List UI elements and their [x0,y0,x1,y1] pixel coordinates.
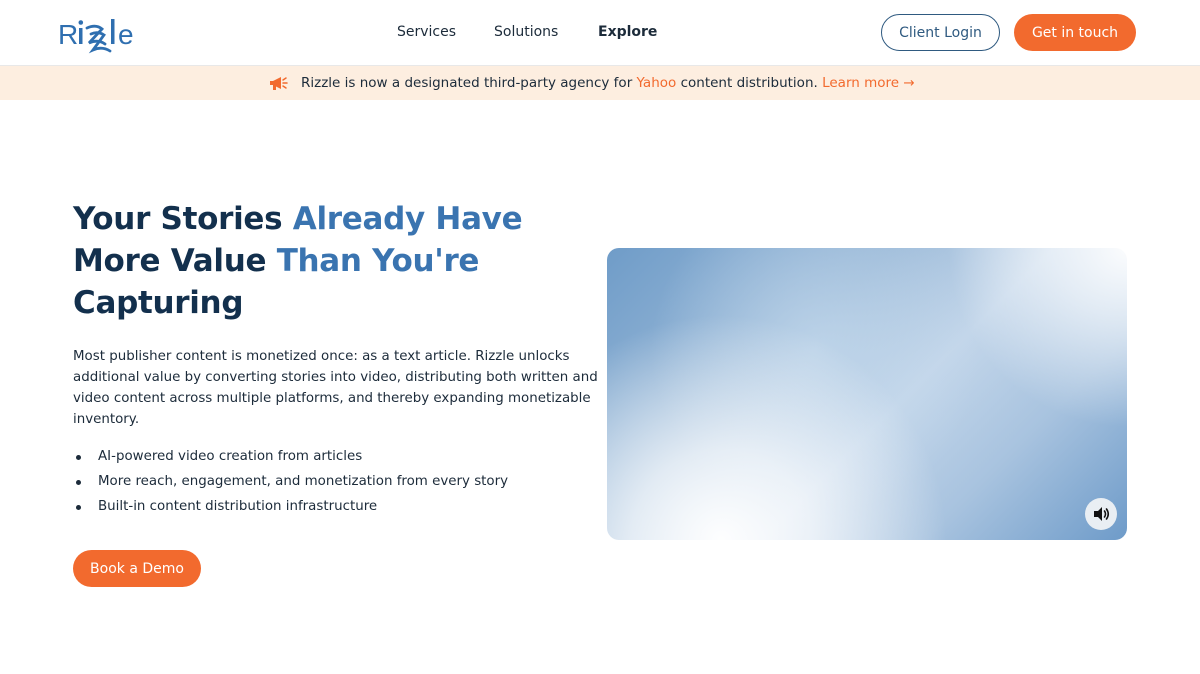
megaphone-icon [268,75,288,91]
announcement-bar: Rizzle is now a designated third-party a… [0,66,1200,100]
announcement-highlight: Yahoo [636,75,677,91]
bullet-dot [76,480,81,485]
hero-title-highlight: Already Have [292,201,523,237]
feature-list: AI-powered video creation from articles … [73,444,593,519]
speaker-icon [1094,507,1110,521]
hero-title: Your Stories Already Have More Value Than… [73,198,573,324]
list-item: More reach, engagement, and monetization… [73,469,593,494]
client-login-button[interactable]: Client Login [881,14,1000,51]
learn-more-link[interactable]: Learn more → [822,75,915,91]
nav-services[interactable]: Services [397,24,456,40]
svg-text:e: e [118,19,134,50]
nav-explore[interactable]: Explore [598,24,657,40]
site-header: R e Services Solutions Explore Client Lo… [0,0,1200,66]
hero-title-highlight: Than You're [276,243,480,279]
list-item: Built-in content distribution infrastruc… [73,494,593,519]
announcement-text: Rizzle is now a designated third-party a… [301,75,915,91]
hero-description: Most publisher content is monetized once… [73,349,598,427]
rizzle-logo[interactable]: R e [58,13,148,55]
nav-solutions[interactable]: Solutions [494,24,558,40]
mute-toggle-button[interactable] [1085,498,1117,530]
list-item: AI-powered video creation from articles [73,444,593,469]
feature-text: Built-in content distribution infrastruc… [98,499,378,514]
bullet-dot [76,455,81,460]
feature-text: AI-powered video creation from articles [98,449,363,464]
announcement-text-end: content distribution. [676,75,823,91]
hero-title-part: More Value [73,243,277,279]
rizzle-logo-graphic: R e [58,19,134,54]
svg-text:R: R [58,19,78,50]
bullet-dot [76,505,81,510]
get-in-touch-button[interactable]: Get in touch [1014,14,1136,51]
hero-title-part: Capturing [73,285,244,321]
announcement-text-start: Rizzle is now a designated third-party a… [301,75,637,91]
hero-title-part: Your Stories [73,201,293,237]
book-demo-button[interactable]: Book a Demo [73,550,201,587]
feature-text: More reach, engagement, and monetization… [98,474,509,489]
hero-video[interactable] [607,248,1127,540]
